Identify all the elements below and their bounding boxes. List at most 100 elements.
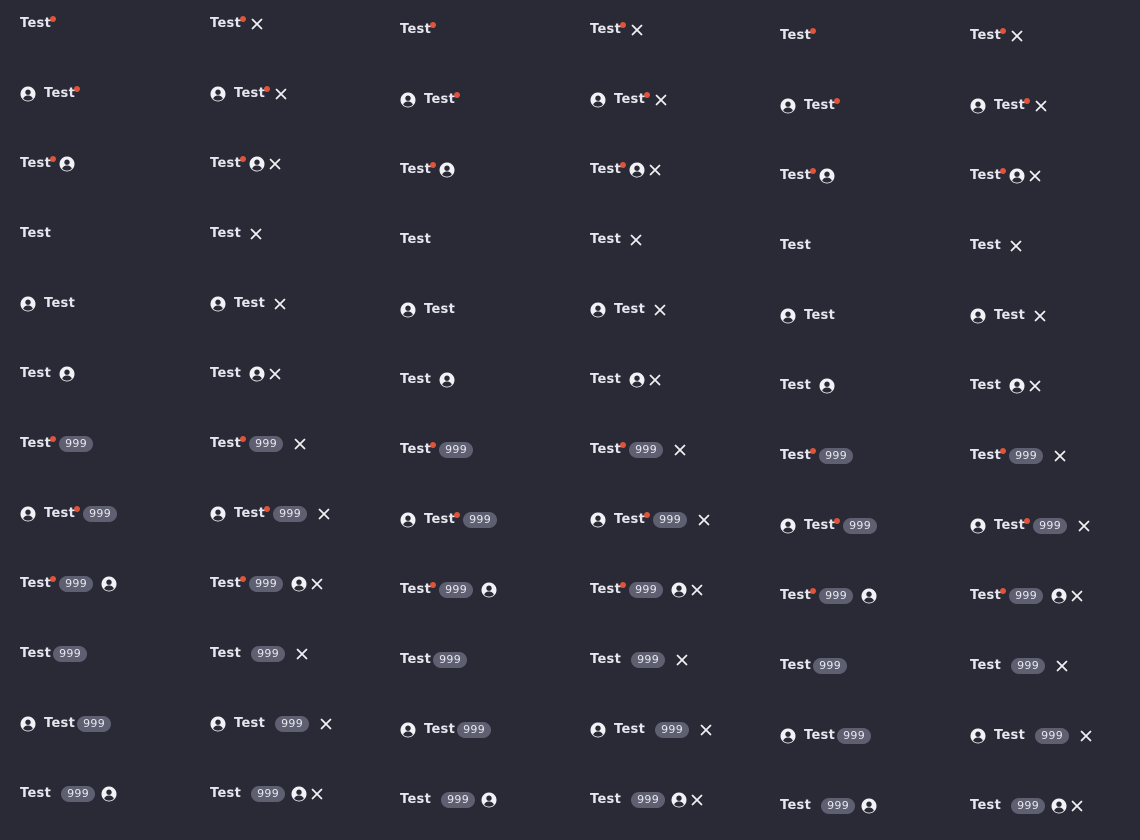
tab-item[interactable]: Test bbox=[20, 364, 75, 384]
close-icon[interactable] bbox=[1033, 309, 1047, 323]
tab-item[interactable]: Test bbox=[20, 224, 51, 244]
close-icon[interactable] bbox=[673, 443, 687, 457]
tab-item[interactable]: Test 999 bbox=[780, 726, 872, 746]
close-icon[interactable] bbox=[1009, 239, 1023, 253]
tab-item[interactable]: Test 999 bbox=[780, 516, 878, 536]
close-icon[interactable] bbox=[648, 373, 662, 387]
close-icon[interactable] bbox=[317, 507, 331, 521]
close-icon[interactable] bbox=[697, 513, 711, 527]
tab-item[interactable]: Test 999 bbox=[590, 720, 713, 740]
close-icon[interactable] bbox=[699, 723, 713, 737]
tab-item[interactable]: Test 999 bbox=[780, 586, 877, 606]
tab-item[interactable]: Test bbox=[970, 376, 1042, 396]
close-icon[interactable] bbox=[319, 717, 333, 731]
tab-item[interactable]: Test 999 bbox=[20, 434, 94, 454]
tab-item[interactable]: Test bbox=[210, 154, 282, 174]
tab-item[interactable]: Test bbox=[210, 84, 288, 104]
tab-item[interactable]: Test 999 bbox=[210, 784, 324, 804]
close-icon[interactable] bbox=[1034, 99, 1048, 113]
tab-item[interactable]: Test 999 bbox=[210, 644, 309, 664]
tab-item[interactable]: Test 999 bbox=[20, 784, 117, 804]
close-icon[interactable] bbox=[295, 647, 309, 661]
tab-item[interactable]: Test 999 bbox=[780, 446, 854, 466]
tab-item[interactable]: Test bbox=[20, 294, 75, 314]
tab-item[interactable]: Test bbox=[780, 306, 835, 326]
tab-item[interactable]: Test 999 bbox=[590, 510, 711, 530]
tab-item[interactable]: Test bbox=[20, 154, 75, 174]
close-icon[interactable] bbox=[310, 577, 324, 591]
close-icon[interactable] bbox=[629, 233, 643, 247]
tab-item[interactable]: Test 999 bbox=[210, 434, 307, 454]
close-icon[interactable] bbox=[1079, 729, 1093, 743]
tab-item[interactable]: Test bbox=[210, 294, 287, 314]
tab-item[interactable]: Test 999 bbox=[590, 650, 689, 670]
tab-item[interactable]: Test bbox=[400, 90, 461, 110]
tab-item[interactable]: Test bbox=[780, 376, 835, 396]
tab-item[interactable]: Test 999 bbox=[210, 504, 331, 524]
close-icon[interactable] bbox=[690, 793, 704, 807]
close-icon[interactable] bbox=[249, 227, 263, 241]
close-icon[interactable] bbox=[1028, 169, 1042, 183]
tab-item[interactable]: Test bbox=[210, 364, 282, 384]
tab-item[interactable]: Test bbox=[780, 96, 841, 116]
tab-item[interactable]: Test bbox=[970, 236, 1023, 256]
tab-item[interactable]: Test bbox=[970, 96, 1048, 116]
tab-item[interactable]: Test bbox=[590, 370, 662, 390]
tab-item[interactable]: Test 999 bbox=[780, 656, 848, 676]
close-icon[interactable] bbox=[1028, 379, 1042, 393]
close-icon[interactable] bbox=[293, 437, 307, 451]
tab-item[interactable]: Test bbox=[400, 160, 455, 180]
tab-item[interactable]: Test bbox=[400, 300, 455, 320]
close-icon[interactable] bbox=[268, 367, 282, 381]
tab-item[interactable]: Test 999 bbox=[590, 790, 704, 810]
tab-item[interactable]: Test 999 bbox=[970, 516, 1091, 536]
tab-item[interactable]: Test 999 bbox=[400, 440, 474, 460]
tab-item[interactable]: Test bbox=[590, 230, 643, 250]
close-icon[interactable] bbox=[273, 297, 287, 311]
tab-item[interactable]: Test bbox=[590, 90, 668, 110]
tab-item[interactable]: Test 999 bbox=[20, 714, 112, 734]
tab-item[interactable]: Test bbox=[970, 166, 1042, 186]
close-icon[interactable] bbox=[675, 653, 689, 667]
tab-item[interactable]: Test bbox=[780, 166, 835, 186]
close-icon[interactable] bbox=[1053, 449, 1067, 463]
tab-item[interactable]: Test bbox=[400, 20, 437, 40]
tab-item[interactable]: Test 999 bbox=[210, 574, 324, 594]
tab-item[interactable]: Test bbox=[210, 14, 264, 34]
close-icon[interactable] bbox=[1070, 589, 1084, 603]
tab-item[interactable]: Test 999 bbox=[970, 796, 1084, 816]
tab-item[interactable]: Test bbox=[20, 84, 81, 104]
tab-item[interactable]: Test 999 bbox=[400, 720, 492, 740]
tab-item[interactable]: Test 999 bbox=[590, 440, 687, 460]
tab-item[interactable]: Test 999 bbox=[970, 586, 1084, 606]
tab-item[interactable]: Test 999 bbox=[20, 504, 118, 524]
close-icon[interactable] bbox=[1010, 29, 1024, 43]
tab-item[interactable]: Test 999 bbox=[970, 726, 1093, 746]
close-icon[interactable] bbox=[648, 163, 662, 177]
close-icon[interactable] bbox=[268, 157, 282, 171]
tab-item[interactable]: Test 999 bbox=[210, 714, 333, 734]
tab-item[interactable]: Test 999 bbox=[590, 580, 704, 600]
tab-item[interactable]: Test bbox=[590, 300, 667, 320]
tab-item[interactable]: Test bbox=[590, 20, 644, 40]
tab-item[interactable]: Test 999 bbox=[400, 510, 498, 530]
tab-item[interactable]: Test 999 bbox=[400, 580, 497, 600]
tab-item[interactable]: Test 999 bbox=[970, 446, 1067, 466]
close-icon[interactable] bbox=[1077, 519, 1091, 533]
close-icon[interactable] bbox=[1055, 659, 1069, 673]
tab-item[interactable]: Test bbox=[970, 306, 1047, 326]
close-icon[interactable] bbox=[1070, 799, 1084, 813]
close-icon[interactable] bbox=[274, 87, 288, 101]
close-icon[interactable] bbox=[310, 787, 324, 801]
tab-item[interactable]: Test 999 bbox=[400, 650, 468, 670]
tab-item[interactable]: Test bbox=[780, 236, 811, 256]
close-icon[interactable] bbox=[690, 583, 704, 597]
tab-item[interactable]: Test 999 bbox=[400, 790, 497, 810]
close-icon[interactable] bbox=[250, 17, 264, 31]
tab-item[interactable]: Test 999 bbox=[20, 644, 88, 664]
tab-item[interactable]: Test bbox=[400, 230, 431, 250]
tab-item[interactable]: Test bbox=[590, 160, 662, 180]
tab-item[interactable]: Test bbox=[210, 224, 263, 244]
tab-item[interactable]: Test bbox=[970, 26, 1024, 46]
close-icon[interactable] bbox=[630, 23, 644, 37]
